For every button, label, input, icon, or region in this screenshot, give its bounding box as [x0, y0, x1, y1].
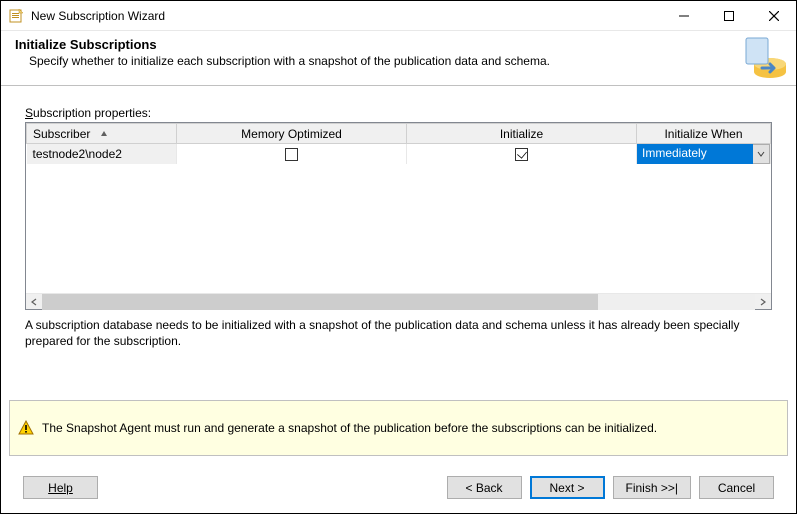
checkbox-unchecked-icon[interactable]	[285, 148, 298, 161]
page-title: Initialize Subscriptions	[15, 37, 788, 52]
window-controls	[661, 1, 796, 30]
app-icon	[9, 8, 25, 24]
info-note: A subscription database needs to be init…	[25, 318, 772, 349]
subscription-grid: Subscriber Memory Optimized Initialize I…	[25, 122, 772, 310]
initialize-when-dropdown[interactable]: Immediately	[637, 144, 770, 164]
next-button[interactable]: Next >	[530, 476, 605, 499]
sort-ascending-icon	[100, 127, 108, 141]
checkbox-checked-icon[interactable]	[515, 148, 528, 161]
window-title: New Subscription Wizard	[31, 9, 661, 23]
cell-initialize[interactable]	[407, 144, 637, 165]
horizontal-scrollbar[interactable]	[26, 293, 771, 309]
wizard-window: New Subscription Wizard Initialize Subsc…	[0, 0, 797, 514]
maximize-button[interactable]	[706, 1, 751, 30]
back-button[interactable]: < Back	[447, 476, 522, 499]
help-button[interactable]: Help	[23, 476, 98, 499]
page-subtitle: Specify whether to initialize each subsc…	[29, 54, 788, 68]
warning-icon	[18, 420, 34, 436]
finish-button[interactable]: Finish >>|	[613, 476, 691, 499]
cell-subscriber: testnode2\node2	[27, 144, 177, 165]
wizard-header-icon	[740, 34, 788, 82]
wizard-header: Initialize Subscriptions Specify whether…	[1, 31, 796, 86]
cell-memory-optimized[interactable]	[177, 144, 407, 165]
cancel-button[interactable]: Cancel	[699, 476, 774, 499]
warning-panel: The Snapshot Agent must run and generate…	[9, 400, 788, 456]
grid-label: Subscription properties:	[25, 106, 772, 120]
cell-initialize-when[interactable]: Immediately	[637, 144, 771, 165]
grid-header-row: Subscriber Memory Optimized Initialize I…	[27, 124, 771, 144]
scroll-left-icon[interactable]	[26, 294, 42, 310]
scroll-right-icon[interactable]	[755, 294, 771, 310]
col-header-subscriber[interactable]: Subscriber	[27, 124, 177, 144]
warning-text: The Snapshot Agent must run and generate…	[42, 421, 657, 435]
scrollbar-track[interactable]	[42, 294, 755, 310]
col-header-memory-optimized[interactable]: Memory Optimized	[177, 124, 407, 144]
scrollbar-thumb[interactable]	[42, 294, 598, 310]
titlebar: New Subscription Wizard	[1, 1, 796, 31]
chevron-down-icon[interactable]	[753, 144, 770, 164]
button-row: Help < Back Next > Finish >>| Cancel	[1, 466, 796, 513]
close-button[interactable]	[751, 1, 796, 30]
col-header-initialize[interactable]: Initialize	[407, 124, 637, 144]
minimize-button[interactable]	[661, 1, 706, 30]
table-row[interactable]: testnode2\node2 Immediately	[27, 144, 771, 165]
col-header-initialize-when[interactable]: Initialize When	[637, 124, 771, 144]
content-area: Subscription properties: Subscriber	[1, 86, 796, 400]
